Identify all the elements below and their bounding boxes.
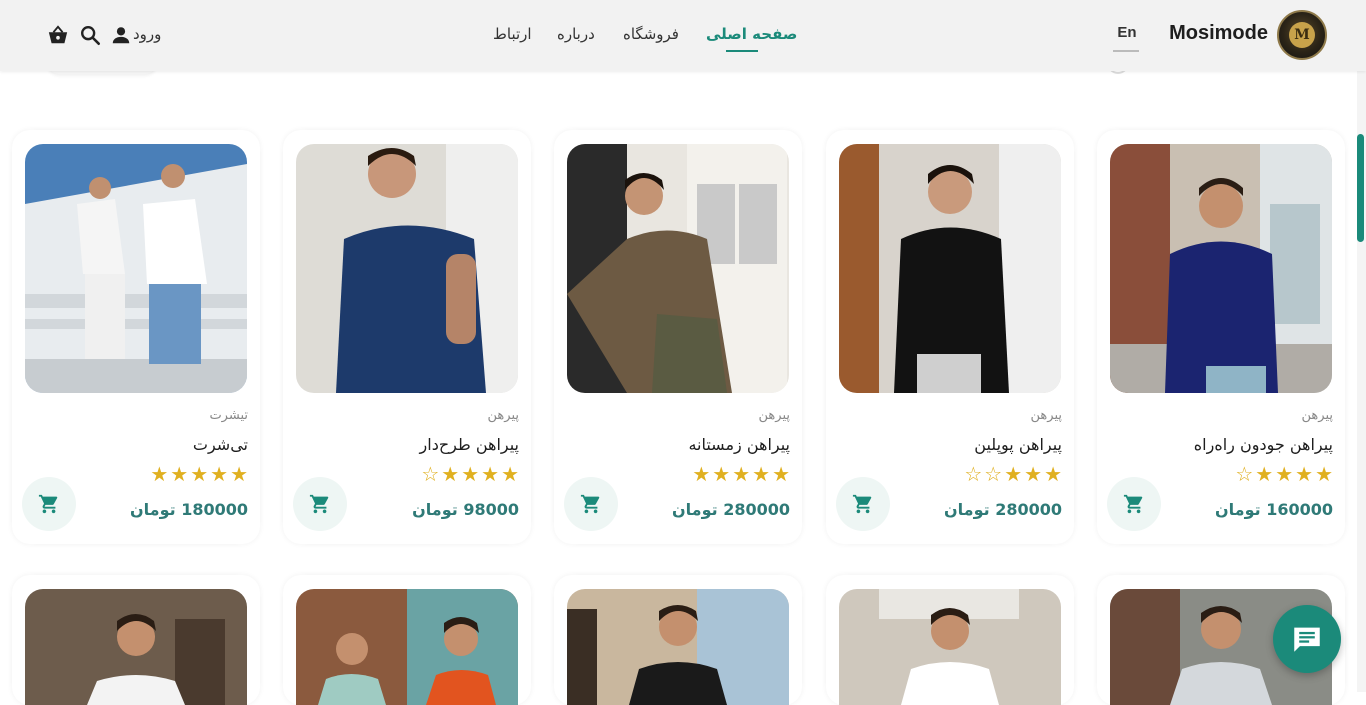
product-rating: ★★★★★ [150, 462, 250, 486]
product-image[interactable] [567, 589, 789, 705]
product-name[interactable]: پیراهن طرح‌دار [420, 435, 519, 454]
cart-icon [309, 494, 329, 514]
brand-name[interactable]: Mosimode [1160, 22, 1268, 45]
product-rating: ☆☆★★★ [964, 462, 1064, 486]
cart-icon [38, 494, 58, 514]
add-to-cart-button[interactable] [836, 477, 890, 531]
login-link[interactable]: ورود [133, 25, 161, 43]
product-price: 280000 تومان [672, 500, 790, 519]
product-price: 280000 تومان [944, 500, 1062, 519]
nav-contact[interactable]: ارتباط [493, 25, 532, 43]
product-category: پیرهن [758, 408, 790, 423]
add-to-cart-button[interactable] [564, 477, 618, 531]
add-to-cart-button[interactable] [1107, 477, 1161, 531]
product-price: 98000 تومان [412, 500, 519, 519]
nav-home[interactable]: صفحه اصلی [706, 25, 797, 43]
product-card[interactable]: تیشرت تی‌شرت ★★★★★ 180000 تومان [12, 130, 260, 544]
product-price: 180000 تومان [130, 500, 248, 519]
product-card[interactable] [12, 575, 260, 705]
product-name[interactable]: تی‌شرت [193, 435, 248, 454]
add-to-cart-button[interactable] [22, 477, 76, 531]
product-image[interactable] [1110, 144, 1332, 393]
product-card[interactable]: پیرهن پیراهن پوپلین ☆☆★★★ 280000 تومان [826, 130, 1074, 544]
product-rating: ★★★★★ [692, 462, 792, 486]
nav-active-indicator [726, 50, 758, 52]
add-to-cart-button[interactable] [293, 477, 347, 531]
product-rating: ☆★★★★ [1235, 462, 1335, 486]
search-icon[interactable] [79, 24, 101, 46]
product-image[interactable] [839, 589, 1061, 705]
product-name[interactable]: پیراهن پوپلین [974, 435, 1062, 454]
site-header: M Mosimode En صفحه اصلی فروشگاه درباره ا… [0, 0, 1366, 71]
product-card[interactable]: پیرهن پیراهن زمستانه ★★★★★ 280000 تومان [554, 130, 802, 544]
cart-icon [1123, 494, 1143, 514]
language-underline [1113, 50, 1139, 52]
product-category: پیرهن [487, 408, 519, 423]
product-image[interactable] [25, 144, 247, 393]
product-card[interactable] [283, 575, 531, 705]
chat-button[interactable] [1273, 605, 1341, 673]
product-image[interactable] [567, 144, 789, 393]
language-toggle[interactable]: En [1113, 24, 1141, 41]
product-card[interactable]: پیرهن پیراهن طرح‌دار ☆★★★★ 98000 تومان [283, 130, 531, 544]
cart-icon [852, 494, 872, 514]
product-name[interactable]: پیراهن جودون راه‌راه [1194, 435, 1333, 454]
product-image[interactable] [25, 589, 247, 705]
basket-icon[interactable] [46, 24, 70, 46]
product-image[interactable] [296, 589, 518, 705]
product-image[interactable] [839, 144, 1061, 393]
product-name[interactable]: پیراهن زمستانه [688, 435, 790, 454]
scrollbar-thumb[interactable] [1357, 134, 1364, 242]
cart-icon [580, 494, 600, 514]
nav-shop[interactable]: فروشگاه [623, 25, 679, 43]
product-image[interactable] [296, 144, 518, 393]
user-icon[interactable] [110, 24, 132, 46]
product-card[interactable]: پیرهن پیراهن جودون راه‌راه ☆★★★★ 160000 … [1097, 130, 1345, 544]
nav-about[interactable]: درباره [557, 25, 595, 43]
product-category: تیشرت [209, 408, 248, 423]
product-card[interactable] [826, 575, 1074, 705]
product-card[interactable] [554, 575, 802, 705]
product-rating: ☆★★★★ [421, 462, 521, 486]
product-category: پیرهن [1030, 408, 1062, 423]
product-price: 160000 تومان [1215, 500, 1333, 519]
brand-logo[interactable]: M [1277, 10, 1327, 60]
chat-icon [1294, 627, 1320, 652]
product-category: پیرهن [1301, 408, 1333, 423]
